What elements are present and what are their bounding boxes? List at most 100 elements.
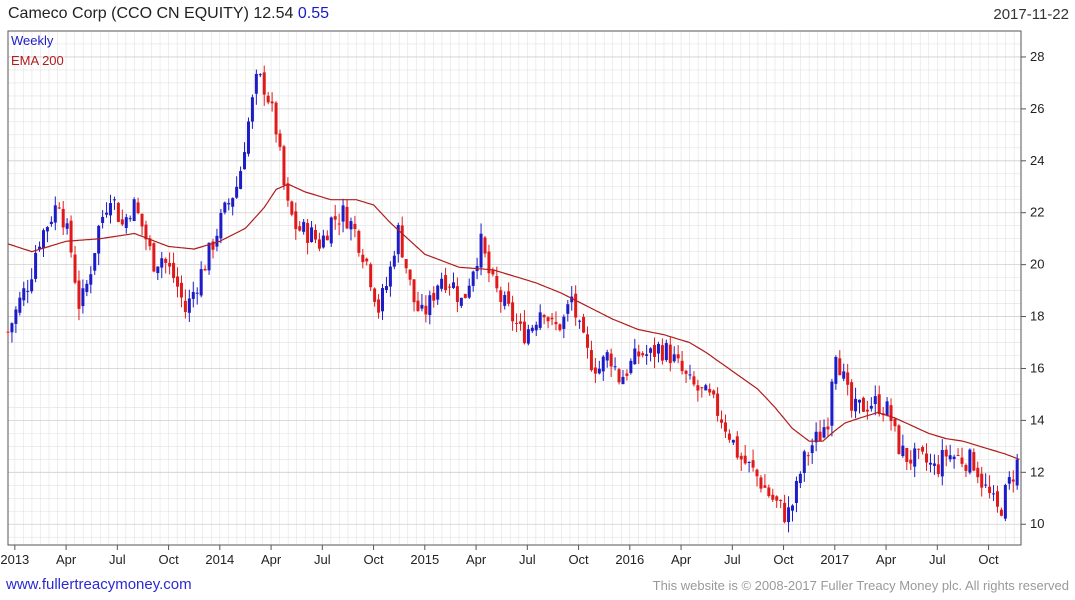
candle-body	[140, 213, 144, 227]
candle-body	[676, 354, 680, 359]
candle-body	[574, 293, 578, 318]
candle-body	[649, 348, 653, 353]
candle-body	[980, 473, 984, 488]
candle-body	[81, 288, 85, 307]
y-axis: 10 12 14 16 18 20 22 24 26 28	[1021, 49, 1044, 531]
candle-body	[854, 398, 858, 412]
candle-body	[542, 315, 546, 318]
candle-body	[219, 212, 223, 239]
candle-body	[349, 221, 353, 230]
candle-body	[1007, 477, 1011, 484]
candle-body	[105, 212, 109, 215]
candle-body	[771, 494, 775, 500]
candle-body	[483, 237, 487, 254]
candle-body	[858, 399, 862, 403]
candle-body	[515, 322, 519, 324]
candle-body	[593, 367, 597, 374]
website-link[interactable]: www.fullertreacymoney.com	[6, 576, 192, 593]
candle-body	[877, 394, 881, 414]
x-tick-label: Oct	[568, 552, 589, 567]
candle-body	[26, 290, 30, 292]
candle-body	[664, 343, 668, 361]
y-tick-label: 14	[1030, 412, 1044, 427]
candle-body	[207, 242, 211, 271]
candle-body	[377, 299, 381, 313]
candle-body	[412, 279, 416, 303]
candle-body	[369, 264, 373, 288]
candle-body	[605, 352, 609, 361]
candle-body	[294, 211, 298, 230]
y-tick-label: 22	[1030, 205, 1044, 220]
candle-body	[179, 282, 183, 298]
candle-body	[400, 225, 404, 258]
candle-body	[1003, 484, 1007, 519]
candle-body	[964, 465, 968, 471]
candle-body	[507, 291, 511, 304]
candle-body	[132, 199, 136, 222]
candle-body	[14, 309, 18, 324]
legend-label: Weekly	[11, 33, 54, 48]
candle-body	[932, 463, 936, 466]
candle-body	[392, 255, 396, 267]
candle-body	[467, 285, 471, 298]
y-tick-label: 26	[1030, 101, 1044, 116]
candle-body	[191, 292, 195, 299]
candle-body	[696, 385, 700, 391]
x-tick-label: Apr	[671, 552, 692, 567]
candle-body	[692, 376, 696, 385]
candle-body	[428, 295, 432, 316]
candle-body	[57, 207, 61, 209]
candle-body	[69, 220, 73, 253]
candle-body	[499, 290, 503, 302]
candle-body	[183, 300, 187, 312]
candle-body	[215, 235, 219, 247]
candle-body	[834, 357, 838, 384]
candle-body	[270, 101, 274, 104]
candle-body	[168, 262, 172, 267]
candle-body	[558, 324, 562, 331]
candle-body	[830, 381, 834, 426]
candle-body	[680, 360, 684, 372]
candle-body	[491, 270, 495, 275]
candle-body	[282, 146, 286, 186]
x-tick-label: Apr	[56, 552, 77, 567]
candle-body	[550, 317, 554, 320]
candle-body	[164, 258, 168, 263]
candle-body	[112, 199, 116, 201]
candle-body	[333, 216, 337, 220]
candle-body	[451, 282, 455, 288]
candle-body	[775, 496, 779, 501]
candle-body	[73, 254, 77, 283]
candle-body	[909, 459, 913, 464]
candle-body	[806, 455, 810, 457]
candle-body	[223, 202, 227, 213]
candle-body	[341, 205, 345, 222]
candle-body	[822, 427, 826, 438]
candle-body	[656, 343, 660, 354]
x-tick-label: Oct	[363, 552, 384, 567]
candle-body	[850, 382, 854, 411]
candle-body	[22, 288, 26, 301]
candle-body	[917, 448, 921, 450]
candle-body	[420, 304, 424, 309]
candle-body	[625, 373, 629, 376]
candle-body	[49, 221, 53, 225]
candle-body	[992, 493, 996, 495]
candle-body	[254, 73, 258, 94]
candle-body	[6, 331, 10, 333]
candle-body	[120, 219, 124, 225]
candle-body	[688, 374, 692, 376]
candle-body	[826, 426, 830, 430]
candle-body	[448, 286, 452, 288]
candle-body	[329, 217, 333, 244]
x-tick-label: 2016	[615, 552, 644, 567]
candle-body	[921, 447, 925, 452]
candle-body	[708, 388, 712, 393]
candle-body	[842, 371, 846, 379]
candle-body	[246, 121, 250, 154]
candle-body	[928, 462, 932, 465]
candle-body	[365, 258, 369, 262]
candle-body	[353, 223, 357, 229]
candle-body	[653, 344, 657, 357]
candle-body	[613, 366, 617, 368]
